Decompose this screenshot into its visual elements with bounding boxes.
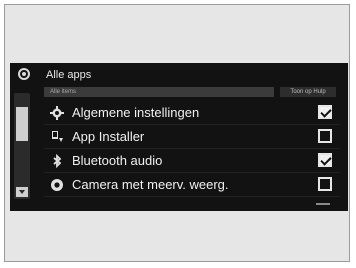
bluetooth-icon	[48, 152, 66, 170]
menu-icon[interactable]	[18, 68, 30, 80]
scroll-thumb[interactable]	[16, 107, 28, 141]
scrollbar[interactable]	[14, 93, 30, 199]
sort-field[interactable]: Alle items	[44, 87, 274, 97]
show-on-home-button[interactable]: Toon op Hulp	[280, 87, 336, 97]
header: Alle apps	[10, 63, 348, 87]
app-checkbox[interactable]	[318, 153, 332, 167]
list-item[interactable]: Camera met meerv. weerg.	[44, 173, 340, 197]
head-unit-screen: Alle apps Alle items Toon op Hulp Algeme…	[10, 63, 348, 211]
list-item[interactable]: App Installer	[44, 125, 340, 149]
app-label: App Installer	[72, 129, 145, 144]
app-checkbox[interactable]	[318, 129, 332, 143]
list-item[interactable]: Bluetooth audio	[44, 149, 340, 173]
app-label: Camera met meerv. weerg.	[72, 177, 229, 192]
sub-bar: Alle items Toon op Hulp	[44, 87, 336, 97]
camera-icon	[48, 176, 66, 194]
app-label: Algemene instellingen	[72, 105, 200, 120]
app-installer-icon	[48, 128, 66, 146]
scroll-indicator	[316, 203, 330, 205]
page-title: Alle apps	[46, 69, 92, 81]
list-item[interactable]: Algemene instellingen	[44, 101, 340, 125]
scroll-down-icon[interactable]	[16, 187, 28, 197]
app-label: Bluetooth audio	[72, 153, 163, 168]
app-checkbox[interactable]	[318, 105, 332, 119]
gear-icon	[48, 104, 66, 122]
app-checkbox[interactable]	[318, 177, 332, 191]
apps-list: Algemene instellingen App Installer Blue…	[44, 101, 340, 197]
